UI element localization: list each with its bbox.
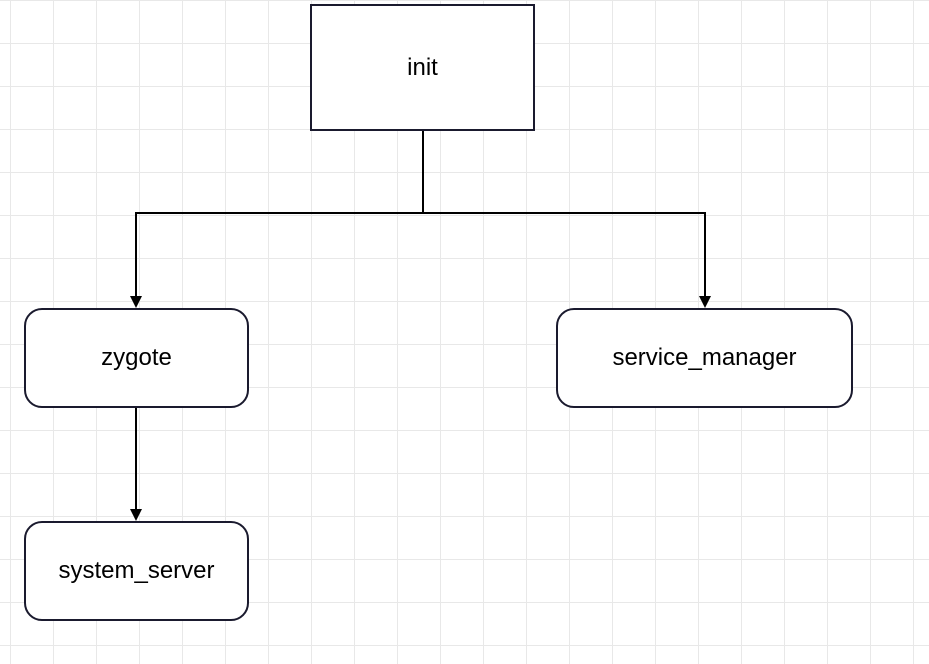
connector-zygote-to-system-server bbox=[135, 408, 137, 509]
node-service-manager: service_manager bbox=[556, 308, 853, 408]
node-system-server-label: system_server bbox=[58, 557, 214, 585]
arrowhead-service-manager bbox=[699, 296, 711, 308]
arrowhead-system-server bbox=[130, 509, 142, 521]
node-init-label: init bbox=[407, 54, 438, 82]
connector-to-zygote bbox=[135, 212, 137, 296]
node-zygote-label: zygote bbox=[101, 344, 172, 372]
arrowhead-zygote bbox=[130, 296, 142, 308]
node-zygote: zygote bbox=[24, 308, 249, 408]
connector-to-service-manager bbox=[704, 212, 706, 296]
node-init: init bbox=[310, 4, 535, 131]
node-service-manager-label: service_manager bbox=[612, 344, 796, 372]
connector-init-down bbox=[422, 131, 424, 213]
node-system-server: system_server bbox=[24, 521, 249, 621]
connector-horizontal bbox=[135, 212, 706, 214]
